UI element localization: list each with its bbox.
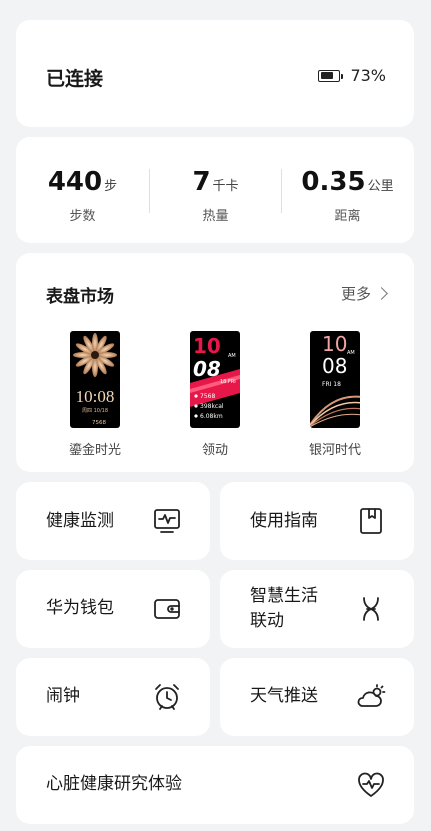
activity-stats-card[interactable]: 440 步 步数 7 千卡 热量 0.35 公里 距离 xyxy=(16,137,414,243)
stat-distance: 0.35 公里 距离 xyxy=(281,167,414,224)
sport-face-steps: 7568 xyxy=(200,393,215,400)
steps-value: 440 xyxy=(47,167,103,197)
distance-label: 距离 xyxy=(334,209,361,224)
tile-label: 使用指南 xyxy=(250,511,318,531)
sport-face-graphic: 10 AM 08 18 FRI 7568 398kcal 6.08km xyxy=(190,334,240,420)
wallet-icon xyxy=(152,594,182,624)
gold-face-time: 10:08 xyxy=(76,387,115,406)
tile-label: 智慧生活 联动 xyxy=(250,584,318,634)
sport-face-ampm: AM xyxy=(228,353,236,359)
guide-book-icon xyxy=(356,506,386,536)
heart-rate-icon xyxy=(356,770,386,800)
sport-face-minute: 08 xyxy=(193,357,221,381)
galaxy-face-date: FRI 18 xyxy=(322,381,341,388)
watch-face-galaxy-label: 银河时代 xyxy=(308,443,361,458)
tile-label-line2: 联动 xyxy=(250,611,284,631)
tile-label: 心脏健康研究体验 xyxy=(46,774,182,794)
sport-face-calories: 398kcal xyxy=(200,403,224,410)
calories-label: 热量 xyxy=(202,209,229,224)
more-label: 更多 xyxy=(340,285,371,303)
watch-face-sport-label: 领动 xyxy=(201,443,228,458)
tile-label: 华为钱包 xyxy=(46,598,114,618)
galaxy-face-ampm: AM xyxy=(347,350,355,356)
tile-alarm[interactable]: 闹钟 xyxy=(16,658,210,736)
distance-value: 0.35 xyxy=(301,167,366,197)
battery-percent: 73% xyxy=(350,66,386,85)
alarm-clock-icon xyxy=(152,682,182,712)
battery-icon xyxy=(318,69,344,82)
watch-face-sport[interactable]: 10 AM 08 18 FRI 7568 398kcal 6.08km xyxy=(190,331,240,428)
more-button[interactable]: 更多 xyxy=(340,283,388,304)
connection-card[interactable]: 已连接 73% xyxy=(16,20,414,127)
tile-smart-life-link[interactable]: 智慧生活 联动 xyxy=(220,570,414,648)
sport-face-distance: 6.08km xyxy=(200,413,223,420)
market-title: 表盘市场 xyxy=(46,287,114,307)
smart-link-icon xyxy=(356,594,386,624)
stat-steps: 440 步 步数 xyxy=(16,167,149,224)
gold-face-graphic: 10:08 周四 10/18 7568 xyxy=(73,333,117,426)
calories-unit: 千卡 xyxy=(212,179,239,194)
gold-face-steps: 7568 xyxy=(92,420,106,426)
galaxy-face-graphic: 10 AM 08 FRI 18 xyxy=(310,332,360,428)
steps-label: 步数 xyxy=(69,209,96,224)
tile-label: 天气推送 xyxy=(250,686,318,706)
tile-label-line1: 智慧生活 xyxy=(250,586,318,606)
tile-label: 健康监测 xyxy=(46,511,114,531)
tile-label: 闹钟 xyxy=(46,686,80,706)
watch-face-galaxy[interactable]: 10 AM 08 FRI 18 xyxy=(310,331,360,428)
connection-status: 已连接 xyxy=(46,68,104,90)
battery-fill xyxy=(320,72,333,79)
watch-face-gold[interactable]: 10:08 周四 10/18 7568 xyxy=(70,331,120,428)
tile-weather-push[interactable]: 天气推送 xyxy=(220,658,414,736)
stat-calories: 7 千卡 热量 xyxy=(149,167,282,224)
tile-heart-health-study[interactable]: 心脏健康研究体验 xyxy=(16,746,414,824)
galaxy-face-minute: 08 xyxy=(322,354,347,378)
tile-huawei-wallet[interactable]: 华为钱包 xyxy=(16,570,210,648)
watch-face-gold-label: 鎏金时光 xyxy=(68,443,121,458)
tile-health-monitor[interactable]: 健康监测 xyxy=(16,482,210,560)
gold-face-date: 周四 10/18 xyxy=(82,408,108,414)
distance-unit: 公里 xyxy=(367,179,394,194)
chevron-right-icon xyxy=(375,287,388,300)
battery-indicator: 73% xyxy=(318,66,386,85)
calories-value: 7 xyxy=(192,167,211,197)
health-monitor-icon xyxy=(152,506,182,536)
weather-icon xyxy=(356,682,386,712)
sport-face-date: 18 FRI xyxy=(220,379,236,385)
tile-user-guide[interactable]: 使用指南 xyxy=(220,482,414,560)
sport-face-hour: 10 xyxy=(193,334,221,358)
steps-unit: 步 xyxy=(104,179,118,194)
watch-face-market-card: 表盘市场 更多 10:08 周四 10/18 7568 鎏金时光 10 AM 0… xyxy=(16,253,414,472)
galaxy-face-hour: 10 xyxy=(322,332,347,356)
